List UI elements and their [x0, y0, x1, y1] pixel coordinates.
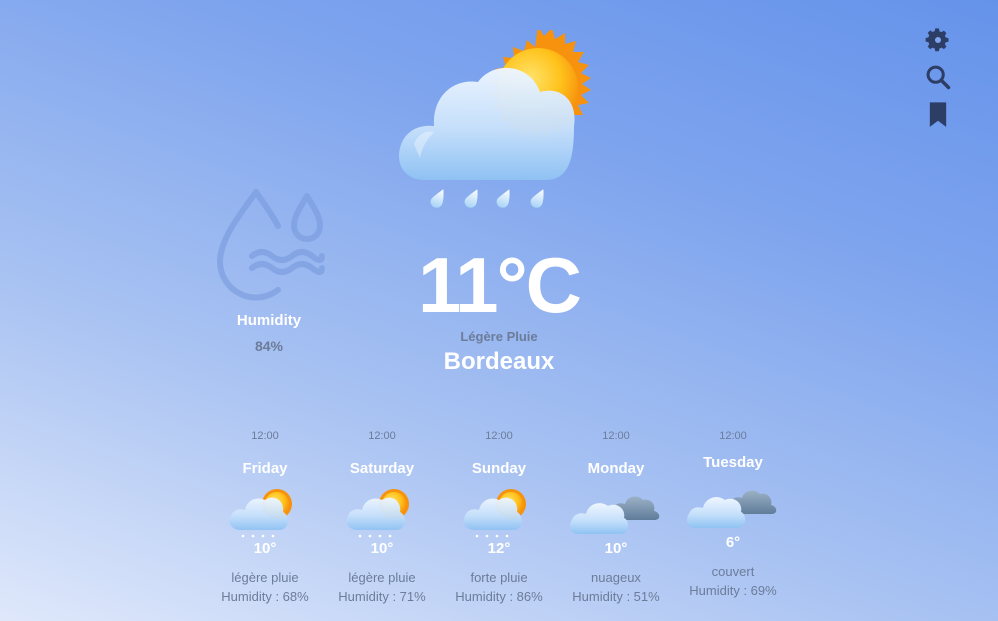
humidity-label: Humidity — [236, 312, 302, 329]
gear-icon — [925, 28, 949, 52]
forecast-humidity: Humidity : 86% — [455, 589, 543, 604]
forecast-temperature: 10° — [370, 540, 394, 557]
forecast-description: légère pluie — [348, 570, 416, 585]
forecast-day[interactable]: 12:00 Friday 10° légère pluie Humidity :… — [206, 430, 324, 604]
forecast-humidity: Humidity : 71% — [338, 589, 426, 604]
forecast-time: 12:00 — [485, 430, 513, 442]
forecast-description: forte pluie — [470, 570, 528, 585]
forecast-humidity: Humidity : 68% — [221, 589, 309, 604]
current-condition: Légère Pluie — [460, 329, 538, 344]
forecast-day-name: Monday — [587, 460, 645, 477]
clouds-icon — [570, 496, 660, 534]
forecast-day-name: Saturday — [349, 460, 415, 477]
forecast-humidity: Humidity : 51% — [572, 589, 660, 604]
forecast-description: nuageux — [591, 570, 641, 585]
bookmark-button[interactable] — [924, 100, 952, 130]
bookmark-icon — [929, 102, 947, 127]
forecast-description: légère pluie — [231, 570, 299, 585]
forecast-time: 12:00 — [251, 430, 279, 442]
humidity-icon — [217, 189, 325, 301]
forecast-temperature: 10° — [604, 540, 628, 557]
search-icon — [926, 65, 951, 90]
forecast-description: couvert — [711, 564, 755, 579]
current-humidity: Humidity 84% — [210, 312, 328, 354]
forecast-day-name: Friday — [242, 460, 288, 477]
forecast-temperature: 12° — [487, 540, 511, 557]
settings-button[interactable] — [924, 26, 952, 56]
sun-behind-rain-cloud-icon — [399, 30, 591, 208]
sun-cloud-rain-icon — [346, 489, 409, 538]
forecast-humidity: Humidity : 69% — [689, 583, 777, 598]
forecast-time: 12:00 — [602, 430, 630, 442]
forecast-day[interactable]: 12:00 Tuesday 6° couvert Humidity : 69% — [674, 430, 792, 598]
forecast-day[interactable]: 12:00 Monday 10° nuageux Humidity : 51% — [557, 430, 675, 604]
forecast-list: 12:00 Friday 10° légère pluie Humidity :… — [206, 430, 792, 610]
forecast-day-name: Sunday — [471, 460, 527, 477]
forecast-day[interactable]: 12:00 Saturday 10° légère pluie Humidity… — [323, 430, 441, 604]
forecast-day[interactable]: 12:00 Sunday 12° forte pluie Humidity : … — [440, 430, 558, 604]
clouds-icon — [687, 490, 777, 528]
forecast-time: 12:00 — [368, 430, 396, 442]
forecast-day-name: Tuesday — [703, 454, 763, 471]
search-button[interactable] — [924, 63, 952, 93]
forecast-temperature: 6° — [725, 534, 741, 551]
forecast-temperature: 10° — [253, 540, 277, 557]
city-name: Bordeaux — [443, 348, 555, 375]
humidity-value: 84% — [254, 338, 284, 354]
sun-cloud-rain-icon — [463, 489, 526, 538]
toolbar — [924, 26, 952, 137]
sun-cloud-rain-icon — [229, 489, 292, 538]
forecast-time: 12:00 — [719, 430, 747, 442]
current-temperature: 11°C — [418, 241, 582, 329]
